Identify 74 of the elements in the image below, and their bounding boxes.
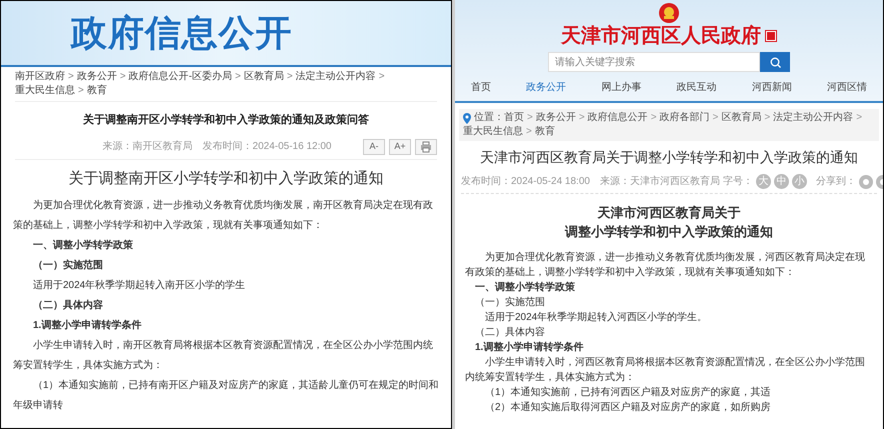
section-heading: 一、调整小学转学政策 [474, 280, 576, 295]
document-title: 调整小学转学和初中入学政策的通知 [565, 224, 773, 242]
breadcrumb-link[interactable]: 法定主动公开内容 [773, 111, 854, 125]
section-heading: 1.调整小学申请转学条件 [474, 340, 584, 355]
breadcrumb-link[interactable]: 教育 [534, 125, 555, 139]
search-button[interactable] [760, 52, 790, 72]
breadcrumb-separator: > [578, 111, 585, 125]
nav-link[interactable]: 政务公开 [526, 80, 566, 95]
breadcrumb-link[interactable]: 政府信息公开 [588, 111, 648, 125]
breadcrumb-separator: > [650, 111, 657, 125]
search-icon [770, 56, 780, 68]
body-paragraph: （2）本通知实施后取得河西区户籍及对应房产的家庭，如所购房 [484, 400, 772, 415]
font-size-label: 字号： [722, 174, 753, 189]
breadcrumb-separator: > [68, 70, 74, 84]
breadcrumb-link[interactable]: 重大民生信息 [15, 84, 75, 98]
nav-link[interactable]: 首页 [471, 80, 491, 95]
site-title: 天津市河西区人民政府 [561, 24, 761, 48]
print-icon [420, 140, 432, 152]
breadcrumb-link[interactable]: 重大民生信息 [463, 125, 523, 139]
breadcrumb-label: 位置： [474, 111, 504, 125]
breadcrumb-separator: > [527, 111, 533, 125]
section-heading: 1.调整小学申请转学条件 [32, 318, 142, 333]
font-size-button[interactable]: A- [363, 138, 385, 154]
section-heading: 一、调整小学转学政策 [32, 238, 134, 253]
body-paragraph: （1）本通知实施前，已持有南开区户籍及对应房产的家庭，其适龄儿童仍可在规定的时间和年级申请转 [13, 378, 439, 413]
breadcrumb-link[interactable]: 政务公开 [76, 70, 117, 84]
breadcrumb-link[interactable]: 首页 [504, 111, 524, 125]
search-field[interactable]: 请输入关键字搜索 [548, 52, 760, 72]
breadcrumb-separator: > [378, 70, 385, 84]
breadcrumb-separator: > [120, 70, 126, 84]
section-heading: （一）实施范围 [474, 296, 546, 310]
section-heading: （二）具体内容 [474, 326, 546, 340]
breadcrumb-link[interactable]: 南开区政府 [15, 70, 65, 84]
print-button[interactable] [415, 138, 437, 154]
page-title: 天津市河西区教育局关于调整小学转学和初中入学政策的通知 [479, 148, 859, 167]
breadcrumb-separator: > [235, 70, 241, 84]
source-date: 来源：南开区教育局 发布时间：2024-05-16 12:00 [102, 140, 332, 154]
breadcrumb-link[interactable]: 教育 [86, 84, 107, 98]
banner-title: 政府信息公开 [71, 11, 292, 55]
breadcrumb-link[interactable]: 政府信息公开-区委办局 [128, 70, 232, 84]
body-paragraph: 为更加合理优化教育资源，进一步推动义务教育优质均衡发展，南开区教育局决定在现有政策的基础上，调整小学转学和初中入学政策，现就有关事项通知如下： [13, 198, 434, 233]
page-title: 关于调整南开区小学转学和初中入学政策的通知及政策问答 [82, 112, 370, 128]
nav-link[interactable]: 政民互动 [676, 80, 717, 95]
body-paragraph: 小学生申请转入时，南开区教育局将根据本区教育资源配置情况，在全区公办小学范围内统筹安置转学生，具体实施方式为： [13, 338, 434, 373]
breadcrumb-link[interactable]: 区教育局 [721, 111, 762, 125]
document-title: 天津市河西区教育局关于 [598, 204, 740, 223]
location-pin-icon [463, 112, 471, 124]
breadcrumb-separator: > [764, 111, 770, 125]
emblem-icon [658, 2, 680, 24]
nav-link[interactable]: 网上办事 [601, 80, 642, 95]
breadcrumb-separator: > [78, 84, 84, 98]
nav-link[interactable]: 河西新闻 [752, 80, 792, 95]
document-title: 关于调整南开区小学转学和初中入学政策的通知 [68, 168, 384, 188]
share-label: 分享到： [816, 174, 856, 189]
body-paragraph: 适用于2024年秋季学期起转入南开区小学的学生 [32, 278, 246, 293]
breadcrumb-separator: > [526, 125, 532, 139]
body-paragraph: 小学生申请转入时，河西区教育局将根据本区教育资源配置情况，在全区公办小学范围内统筹安置转学生，具体实施方式为： [465, 356, 866, 385]
breadcrumb-link[interactable]: 区教育局 [244, 70, 284, 84]
section-heading: （二）具体内容 [32, 298, 104, 313]
font-size-button[interactable]: A+ [389, 138, 411, 154]
share-icon [858, 174, 873, 188]
body-paragraph: 适用于2024年秋季学期起转入河西区小学的学生。 [484, 310, 708, 325]
breadcrumb-link[interactable]: 法定主动公开内容 [296, 70, 376, 84]
breadcrumb-separator: > [712, 111, 718, 125]
seal-icon [765, 30, 777, 42]
section-heading: （一）实施范围 [32, 258, 104, 273]
breadcrumb-link[interactable]: 政府各部门 [660, 111, 710, 125]
source-date: 发布时间：2024-05-24 18:00 来源：天津市河西区教育局 [461, 174, 720, 189]
nav-link[interactable]: 河西区情 [826, 80, 867, 95]
body-paragraph: （1）本通知实施前，已持有河西区户籍及对应房产的家庭，其适 [484, 386, 772, 400]
body-paragraph: 为更加合理优化教育资源，进一步推动义务教育优质均衡发展，河西区教育局决定在现有政策的基础上，调整小学转学和初中入学政策，现就有关事项通知如下： [465, 250, 866, 280]
breadcrumb-separator: > [286, 70, 293, 84]
breadcrumb-link[interactable]: 政务公开 [536, 111, 576, 125]
breadcrumb-separator: > [856, 111, 862, 125]
